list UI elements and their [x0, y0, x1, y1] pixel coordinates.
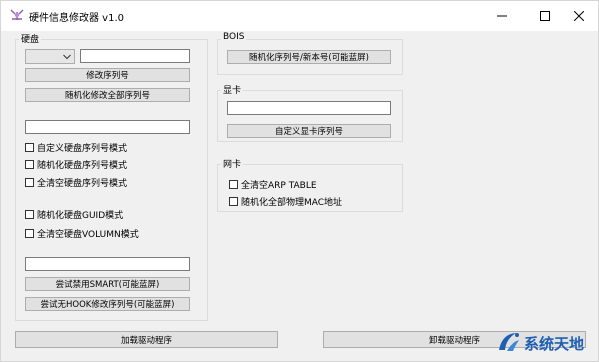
clear-arp-table-checkbox[interactable]: 全清空ARP TABLE	[229, 178, 317, 191]
disk-extra-input[interactable]	[25, 257, 190, 271]
randomize-mac-checkbox[interactable]: 随机化全部物理MAC地址	[229, 195, 342, 208]
title-bar: 硬件信息修改器 v1.0	[1, 1, 598, 31]
random-guid-mode-checkbox[interactable]: 随机化硬盘GUID模式	[25, 208, 123, 221]
checkbox-icon	[229, 180, 238, 189]
close-icon	[574, 11, 584, 21]
checkbox-icon	[25, 178, 34, 187]
app-icon	[9, 8, 25, 22]
disk-combo[interactable]	[25, 49, 75, 64]
app-window: 硬件信息修改器 v1.0 硬盘 修改序列号 随机化修改全部序列号 自定义硬盘序列…	[0, 0, 599, 362]
disk-group-label: 硬盘	[19, 32, 42, 45]
watermark-logo-icon	[496, 330, 522, 357]
checkbox-icon	[229, 197, 238, 206]
chevron-down-icon	[63, 53, 71, 63]
custom-gpu-serial-button[interactable]: 自定义显卡序列号	[227, 124, 391, 138]
window-title: 硬件信息修改器 v1.0	[29, 13, 124, 24]
randomize-bios-serial-button[interactable]: 随机化序列号/新本号(可能蓝屏)	[227, 50, 391, 64]
maximize-icon	[540, 11, 550, 21]
watermark-text: 系统天地	[523, 335, 584, 353]
disable-smart-button[interactable]: 尝试禁用SMART(可能蓝屏)	[25, 277, 190, 291]
random-serial-mode-checkbox[interactable]: 随机化硬盘序列号模式	[25, 158, 127, 171]
checkbox-icon	[25, 160, 34, 169]
maximize-button[interactable]	[529, 1, 561, 31]
bios-group-label: BOIS	[221, 32, 247, 42]
modify-serial-button[interactable]: 修改序列号	[25, 68, 190, 82]
custom-serial-mode-checkbox[interactable]: 自定义硬盘序列号模式	[25, 141, 127, 154]
clear-serial-mode-checkbox[interactable]: 全清空硬盘序列号模式	[25, 176, 127, 189]
gpu-serial-input[interactable]	[227, 101, 391, 115]
checkbox-icon	[25, 229, 34, 238]
minimize-button[interactable]	[486, 1, 518, 31]
custom-serial-input[interactable]	[25, 120, 190, 134]
load-driver-button[interactable]: 加载驱动程序	[15, 331, 278, 348]
nic-group-label: 网卡	[221, 157, 244, 170]
nohook-modify-serial-button[interactable]: 尝试无HOOK修改序列号(可能蓝屏)	[25, 297, 190, 311]
gpu-group-label: 显卡	[221, 83, 244, 96]
randomize-all-serial-button[interactable]: 随机化修改全部序列号	[25, 88, 190, 102]
minimize-icon	[497, 11, 507, 21]
checkbox-icon	[25, 143, 34, 152]
close-button[interactable]	[563, 1, 595, 31]
watermark: 系统天地	[496, 330, 584, 357]
disk-serial-input[interactable]	[80, 49, 190, 63]
clear-volumn-mode-checkbox[interactable]: 全清空硬盘VOLUMN模式	[25, 227, 139, 240]
checkbox-icon	[25, 210, 34, 219]
